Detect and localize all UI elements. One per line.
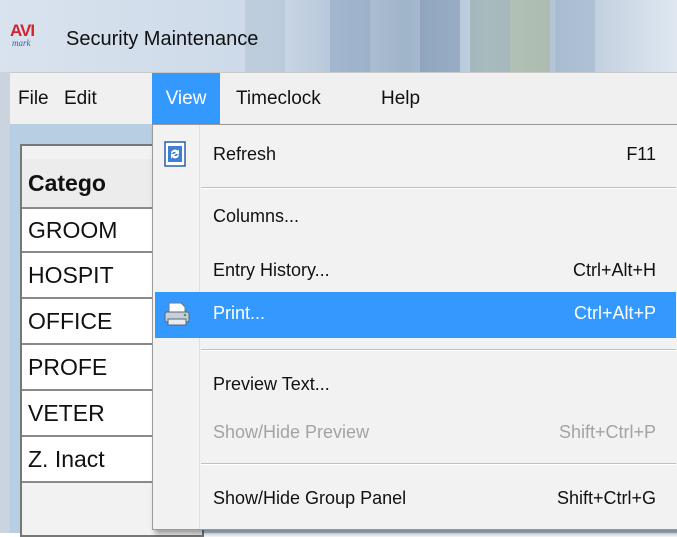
view-menu-dropdown: Refresh F11 Columns... Entry History... … bbox=[152, 124, 677, 530]
printer-icon bbox=[163, 299, 190, 327]
menu-file[interactable]: File bbox=[18, 73, 54, 125]
menu-item-preview-text[interactable]: Preview Text... bbox=[155, 363, 676, 407]
menu-separator bbox=[201, 463, 676, 465]
shortcut-label: F11 bbox=[626, 144, 656, 164]
menu-separator bbox=[201, 187, 676, 189]
menu-item-label: Entry History... bbox=[213, 260, 330, 280]
menu-timeclock[interactable]: Timeclock bbox=[236, 73, 336, 125]
menu-edit[interactable]: Edit bbox=[64, 73, 104, 125]
menu-bar: File Edit View Timeclock Help bbox=[10, 72, 677, 125]
menu-item-refresh[interactable]: Refresh F11 bbox=[155, 133, 676, 177]
menu-item-label: Show/Hide Group Panel bbox=[213, 488, 407, 508]
title-bar: AVI mark Security Maintenance bbox=[0, 0, 677, 72]
app-logo-icon: AVI mark bbox=[10, 21, 35, 48]
shortcut-label: Ctrl+Alt+P bbox=[573, 303, 656, 323]
menu-item-label: Refresh bbox=[213, 144, 277, 164]
menu-separator bbox=[201, 349, 676, 351]
menu-item-show-hide-group-panel[interactable]: Show/Hide Group Panel Shift+Ctrl+G bbox=[155, 477, 676, 521]
menu-help[interactable]: Help bbox=[381, 73, 431, 125]
menu-item-label: Preview Text... bbox=[213, 374, 330, 394]
menu-item-label: Show/Hide Preview bbox=[213, 422, 370, 442]
menu-item-show-hide-preview[interactable]: Show/Hide Preview Shift+Ctrl+P bbox=[155, 411, 676, 455]
menu-item-label: Print... bbox=[213, 303, 266, 323]
menu-item-print[interactable]: Print... Ctrl+Alt+P bbox=[155, 292, 676, 338]
window-title: Security Maintenance bbox=[66, 28, 259, 50]
shortcut-label: Shift+Ctrl+G bbox=[556, 488, 656, 508]
menu-view[interactable]: View bbox=[152, 73, 220, 125]
menu-item-columns[interactable]: Columns... bbox=[155, 195, 676, 239]
shortcut-label: Ctrl+Alt+H bbox=[572, 260, 656, 280]
menu-item-entry-history[interactable]: Entry History... Ctrl+Alt+H bbox=[155, 249, 676, 293]
refresh-icon bbox=[163, 140, 189, 168]
window-left-border bbox=[0, 72, 10, 533]
shortcut-label: Shift+Ctrl+P bbox=[558, 422, 656, 442]
menu-item-label: Columns... bbox=[213, 206, 300, 226]
